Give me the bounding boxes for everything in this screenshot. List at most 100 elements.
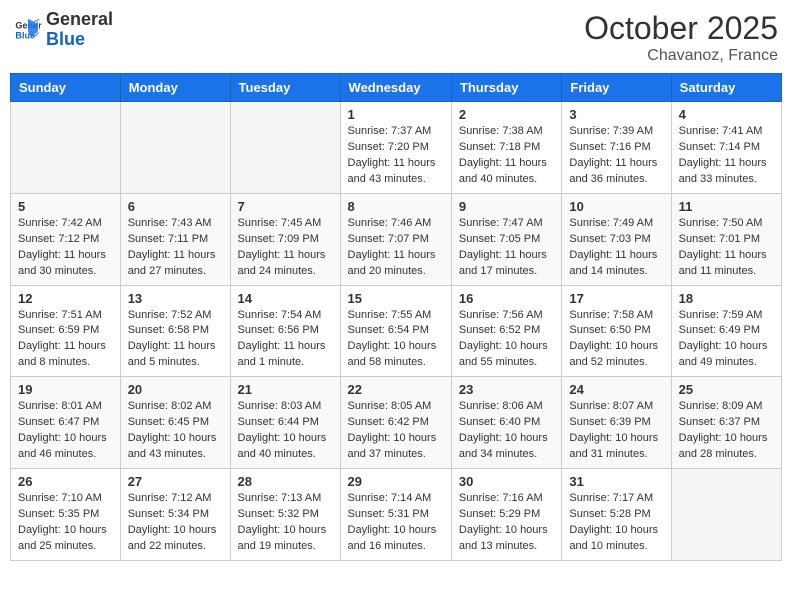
weekday-header-friday: Friday xyxy=(562,74,671,102)
day-number: 3 xyxy=(569,107,663,122)
day-info: Sunrise: 7:43 AM Sunset: 7:11 PM Dayligh… xyxy=(128,216,223,280)
day-info: Sunrise: 7:50 AM Sunset: 7:01 PM Dayligh… xyxy=(679,216,774,280)
day-info: Sunrise: 7:10 AM Sunset: 5:35 PM Dayligh… xyxy=(18,491,113,555)
weekday-header-row: SundayMondayTuesdayWednesdayThursdayFrid… xyxy=(11,74,782,102)
day-number: 4 xyxy=(679,107,774,122)
day-info: Sunrise: 7:41 AM Sunset: 7:14 PM Dayligh… xyxy=(679,124,774,188)
day-info: Sunrise: 7:39 AM Sunset: 7:16 PM Dayligh… xyxy=(569,124,663,188)
calendar-day-cell xyxy=(230,102,340,194)
day-number: 2 xyxy=(459,107,554,122)
day-number: 31 xyxy=(569,474,663,489)
day-info: Sunrise: 7:52 AM Sunset: 6:58 PM Dayligh… xyxy=(128,308,223,372)
day-number: 15 xyxy=(348,291,444,306)
calendar-day-cell: 22Sunrise: 8:05 AM Sunset: 6:42 PM Dayli… xyxy=(340,377,451,469)
day-number: 18 xyxy=(679,291,774,306)
day-info: Sunrise: 7:42 AM Sunset: 7:12 PM Dayligh… xyxy=(18,216,113,280)
day-number: 6 xyxy=(128,199,223,214)
calendar-day-cell: 7 Sunrise: 7:45 AM Sunset: 7:09 PM Daylig… xyxy=(230,193,340,285)
calendar-day-cell: 8 Sunrise: 7:46 AM Sunset: 7:07 PM Daylig… xyxy=(340,193,451,285)
day-number: 26 xyxy=(18,474,113,489)
day-number: 13 xyxy=(128,291,223,306)
day-info: Sunrise: 8:02 AM Sunset: 6:45 PM Dayligh… xyxy=(128,399,223,463)
day-info: Sunrise: 7:56 AM Sunset: 6:52 PM Dayligh… xyxy=(459,308,554,372)
header: General Blue General Blue October 2025 C… xyxy=(10,10,782,65)
logo-line2: Blue xyxy=(46,30,113,50)
logo: General Blue General Blue xyxy=(14,10,113,50)
calendar-week-row: 1 Sunrise: 7:37 AM Sunset: 7:20 PM Daylig… xyxy=(11,102,782,194)
calendar-day-cell: 26 Sunrise: 7:10 AM Sunset: 5:35 PM Dayli… xyxy=(11,469,121,561)
day-info: Sunrise: 7:54 AM Sunset: 6:56 PM Dayligh… xyxy=(238,308,333,372)
day-number: 1 xyxy=(348,107,444,122)
day-number: 16 xyxy=(459,291,554,306)
day-info: Sunrise: 7:38 AM Sunset: 7:18 PM Dayligh… xyxy=(459,124,554,188)
day-info: Sunrise: 7:14 AM Sunset: 5:31 PM Dayligh… xyxy=(348,491,444,555)
day-number: 19 xyxy=(18,382,113,397)
location: Chavanoz, France xyxy=(584,47,778,65)
calendar-day-cell: 20 Sunrise: 8:02 AM Sunset: 6:45 PM Dayli… xyxy=(120,377,230,469)
weekday-header-thursday: Thursday xyxy=(451,74,561,102)
day-info: Sunrise: 8:07 AM Sunset: 6:39 PM Dayligh… xyxy=(569,399,663,463)
calendar-week-row: 5 Sunrise: 7:42 AM Sunset: 7:12 PM Daylig… xyxy=(11,193,782,285)
calendar-day-cell: 21 Sunrise: 8:03 AM Sunset: 6:44 PM Dayli… xyxy=(230,377,340,469)
day-info: Sunrise: 7:16 AM Sunset: 5:29 PM Dayligh… xyxy=(459,491,554,555)
day-number: 5 xyxy=(18,199,113,214)
month-title: October 2025 xyxy=(584,10,778,47)
weekday-header-tuesday: Tuesday xyxy=(230,74,340,102)
day-number: 7 xyxy=(238,199,333,214)
day-info: Sunrise: 7:47 AM Sunset: 7:05 PM Dayligh… xyxy=(459,216,554,280)
logo-icon: General Blue xyxy=(14,16,42,44)
day-number: 20 xyxy=(128,382,223,397)
calendar-day-cell: 15 Sunrise: 7:55 AM Sunset: 6:54 PM Dayli… xyxy=(340,285,451,377)
day-info: Sunrise: 7:55 AM Sunset: 6:54 PM Dayligh… xyxy=(348,308,444,372)
weekday-header-sunday: Sunday xyxy=(11,74,121,102)
calendar-day-cell xyxy=(120,102,230,194)
calendar-day-cell: 4 Sunrise: 7:41 AM Sunset: 7:14 PM Daylig… xyxy=(671,102,781,194)
calendar-day-cell: 25 Sunrise: 8:09 AM Sunset: 6:37 PM Dayli… xyxy=(671,377,781,469)
day-number: 24 xyxy=(569,382,663,397)
calendar-day-cell: 23 Sunrise: 8:06 AM Sunset: 6:40 PM Dayli… xyxy=(451,377,561,469)
calendar-day-cell: 17 Sunrise: 7:58 AM Sunset: 6:50 PM Dayli… xyxy=(562,285,671,377)
day-info: Sunrise: 8:06 AM Sunset: 6:40 PM Dayligh… xyxy=(459,399,554,463)
day-info: Sunrise: 7:45 AM Sunset: 7:09 PM Dayligh… xyxy=(238,216,333,280)
day-info: Sunrise: 7:37 AM Sunset: 7:20 PM Dayligh… xyxy=(348,124,444,188)
day-number: 8 xyxy=(348,199,444,214)
calendar-day-cell xyxy=(11,102,121,194)
day-info: Sunrise: 7:12 AM Sunset: 5:34 PM Dayligh… xyxy=(128,491,223,555)
day-number: 29 xyxy=(348,474,444,489)
calendar-day-cell: 3 Sunrise: 7:39 AM Sunset: 7:16 PM Daylig… xyxy=(562,102,671,194)
day-number: 17 xyxy=(569,291,663,306)
day-number: 21 xyxy=(238,382,333,397)
calendar-day-cell: 27 Sunrise: 7:12 AM Sunset: 5:34 PM Dayli… xyxy=(120,469,230,561)
day-info: Sunrise: 7:46 AM Sunset: 7:07 PM Dayligh… xyxy=(348,216,444,280)
weekday-header-wednesday: Wednesday xyxy=(340,74,451,102)
day-info: Sunrise: 7:17 AM Sunset: 5:28 PM Dayligh… xyxy=(569,491,663,555)
calendar-day-cell: 30 Sunrise: 7:16 AM Sunset: 5:29 PM Dayli… xyxy=(451,469,561,561)
calendar-day-cell: 9Sunrise: 7:47 AM Sunset: 7:05 PM Daylig… xyxy=(451,193,561,285)
day-info: Sunrise: 8:03 AM Sunset: 6:44 PM Dayligh… xyxy=(238,399,333,463)
day-info: Sunrise: 7:51 AM Sunset: 6:59 PM Dayligh… xyxy=(18,308,113,372)
day-info: Sunrise: 8:01 AM Sunset: 6:47 PM Dayligh… xyxy=(18,399,113,463)
calendar-week-row: 26 Sunrise: 7:10 AM Sunset: 5:35 PM Dayli… xyxy=(11,469,782,561)
calendar-day-cell: 19 Sunrise: 8:01 AM Sunset: 6:47 PM Dayli… xyxy=(11,377,121,469)
day-info: Sunrise: 7:58 AM Sunset: 6:50 PM Dayligh… xyxy=(569,308,663,372)
calendar-day-cell: 2 Sunrise: 7:38 AM Sunset: 7:18 PM Daylig… xyxy=(451,102,561,194)
calendar-week-row: 12 Sunrise: 7:51 AM Sunset: 6:59 PM Dayli… xyxy=(11,285,782,377)
calendar: SundayMondayTuesdayWednesdayThursdayFrid… xyxy=(10,73,782,561)
logo-line1: General xyxy=(46,10,113,30)
calendar-day-cell: 10Sunrise: 7:49 AM Sunset: 7:03 PM Dayli… xyxy=(562,193,671,285)
calendar-day-cell: 29 Sunrise: 7:14 AM Sunset: 5:31 PM Dayli… xyxy=(340,469,451,561)
calendar-day-cell: 6 Sunrise: 7:43 AM Sunset: 7:11 PM Daylig… xyxy=(120,193,230,285)
day-number: 25 xyxy=(679,382,774,397)
day-number: 12 xyxy=(18,291,113,306)
day-number: 23 xyxy=(459,382,554,397)
calendar-day-cell: 31 Sunrise: 7:17 AM Sunset: 5:28 PM Dayli… xyxy=(562,469,671,561)
day-number: 30 xyxy=(459,474,554,489)
day-info: Sunrise: 8:09 AM Sunset: 6:37 PM Dayligh… xyxy=(679,399,774,463)
day-number: 27 xyxy=(128,474,223,489)
calendar-day-cell: 24 Sunrise: 8:07 AM Sunset: 6:39 PM Dayli… xyxy=(562,377,671,469)
calendar-day-cell: 11Sunrise: 7:50 AM Sunset: 7:01 PM Dayli… xyxy=(671,193,781,285)
calendar-day-cell: 5 Sunrise: 7:42 AM Sunset: 7:12 PM Daylig… xyxy=(11,193,121,285)
day-info: Sunrise: 8:05 AM Sunset: 6:42 PM Dayligh… xyxy=(348,399,444,463)
calendar-day-cell: 16 Sunrise: 7:56 AM Sunset: 6:52 PM Dayli… xyxy=(451,285,561,377)
weekday-header-saturday: Saturday xyxy=(671,74,781,102)
